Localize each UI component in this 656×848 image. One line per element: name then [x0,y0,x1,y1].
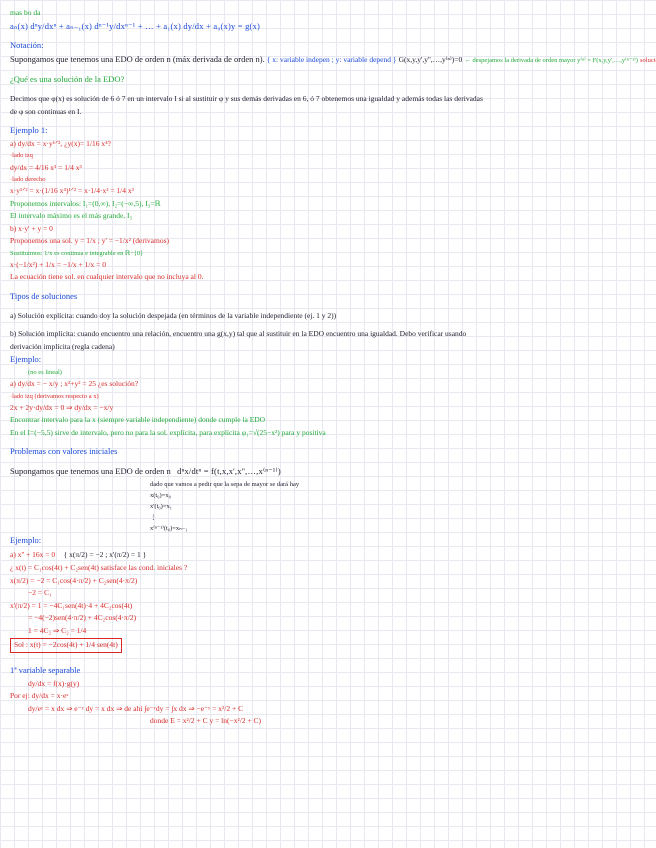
tipos-b: b) Solución implícita: cuando encuentro … [10,329,646,340]
ej1-a1: a) dy/dx = x·y¹ᐟ², ¿y(x)= 1/16 x⁴? [10,139,646,150]
ej2-note: (no es lineal) [10,368,646,377]
ej1-a5: x·y¹ᐟ² = x·(1/16 x⁴)¹ᐟ² = x·1/4·x² = 1/4… [10,186,646,197]
ej2-a4: Encontrar intervalo para la x (siempre v… [10,415,646,426]
ej1-b4: x·(−1/x²) + 1/x = −1/x + 1/x = 0 [10,260,646,271]
que-es-1: Decimos que φ(x) es solución de 6 ó 7 en… [10,94,646,105]
sep-eq1: dy/dx = f(x)·g(y) [10,679,646,690]
ej3-a2: { x(π/2) = −2 ; x'(π/2) = 1 } [64,550,147,559]
ej3-a8: 1 = 4C₂ ⇒ C₂ = 1/4 [10,626,646,637]
pvi-cond1: x(t₀)=x₀ [10,491,646,500]
notacion-text-a: Supongamos que tenemos una EDO de orden … [10,54,265,64]
ej3-a3: ¿ x(t) = C₁cos(4t) + C₂sen(4t) satisface… [10,563,646,574]
ej1-a6: Proponemos intervalos: I₁=(0,∞), I₂=(−∞,… [10,199,646,210]
notes-page: mas bo da aₙ(x) dⁿy/dxⁿ + aₙ₋₁(x) dⁿ⁻¹y/… [0,0,656,737]
ej3-a5: −2 = C₁ [10,588,646,599]
ej2-a1: a) dy/dx = − x/y ; x²+y² = 25 ¿es soluci… [10,379,646,390]
tipos-b2: derivación implícita (regla cadena) [10,342,646,353]
ej2-a3: 2x + 2y·dy/dx = 0 ⇒ dy/dx = −x/y [10,403,646,414]
section-pvi: Problemas con valores iniciales [10,446,646,458]
pvi-cond4: x⁽ⁿ⁻¹⁾(t₀)=xₙ₋₁ [10,524,646,533]
section-notacion: Notación: [10,40,646,52]
ej1-b1: b) x·y' + y = 0 [10,224,646,235]
ej1-b3: Sustituimos: 1/x es continua e integrabl… [10,249,646,258]
ej1-a7: El intervalo máximo es el más grande, I₃ [10,211,646,222]
ejemplo3-title: Ejemplo: [10,535,646,547]
que-es-2: de φ son continuas en I. [10,107,646,118]
ej1-b2: Proponemos una sol. y = 1/x ; y' = −1/x²… [10,236,646,247]
notacion-arrow: ← despejamos la derivada de orden mayor … [464,57,638,64]
pvi-cond-intro: dado que vamos a pedir que la sepa de ma… [10,480,646,489]
header-equation: aₙ(x) dⁿy/dxⁿ + aₙ₋₁(x) dⁿ⁻¹y/dxⁿ⁻¹ + … … [10,21,646,33]
ej3-a6: x'(π/2) = 1 = −4C₁sen(4t)·4 + 4C₂cos(4t) [10,601,646,612]
ej2-a5: En el I=(−5,5) sirve de intervalo, pero … [10,428,646,439]
notacion-g: G(x,y,y',y'',…,y⁽ⁿ⁾)=0 [399,55,463,64]
ejemplo1-title: Ejemplo 1: [10,125,646,137]
ej3-a1: a) x'' + 16x = 0 [10,550,55,559]
title-partial: mas bo da [10,8,646,19]
section-tipos: Tipos de soluciones [10,291,646,303]
ej1-a2: ·lado izq [10,151,646,160]
section-que-es: ¿Qué es una solución de la EDO? [10,74,646,86]
sep-eq3: dy/eʸ = x dx ⇒ e⁻ʸ dy = x dx ⇒ de ahí ∫e… [10,704,646,715]
sep-eq4: donde E = x²/2 + C y = ln(−x²/2 + C) [10,716,646,727]
ejemplo2-title: Ejemplo: [10,354,646,366]
ej3-a4: x(π/2) = −2 = C₁cos(4·π/2) + C₂sen(4·π/2… [10,576,646,587]
ej3-a7: = −4(−2)sen(4·π/2) + 4C₂cos(4·π/2) [10,613,646,624]
pvi-eq: dⁿx/dtⁿ = f(t,x,x',x'',…,x⁽ⁿ⁻¹⁾) [177,466,281,476]
sep-eq2: Por ej: dy/dx = x·eˣ [10,691,646,702]
tipos-a: a) Solución explícita: cuando doy la sol… [10,311,646,322]
section-separable: 1ª variable separable [10,665,646,677]
ej2-a2: ·lado izq (derivamos respecto a x) [10,392,646,401]
pvi-line1: Supongamos que tenemos una EDO de orden … [10,466,646,478]
ej3-a-row: a) x'' + 16x = 0 { x(π/2) = −2 ; x'(π/2)… [10,549,646,561]
pvi-cond2: x'(t₀)=x₁ [10,502,646,511]
ej3-sol: Sol : x(t) = −2cos(4t) + 1/4 sen(4t) [10,638,122,653]
notacion-vars: { x: variable indepen ; y: variable depe… [267,55,397,64]
notacion-line: Supongamos que tenemos una EDO de orden … [10,54,646,66]
notacion-redlabel: solución más grande [640,57,656,64]
ej1-b5: La ecuación tiene sol. en cualquier inte… [10,272,646,283]
pvi-cond3: ⋮ [10,513,646,522]
ej1-a3: dy/dx = 4/16 x³ = 1/4 x³ [10,163,646,174]
ej3-sol-row: Sol : x(t) = −2cos(4t) + 1/4 sen(4t) [10,638,646,653]
pvi-text: Supongamos que tenemos una EDO de orden … [10,466,171,476]
ej1-a4: ·lado derecho [10,175,646,184]
